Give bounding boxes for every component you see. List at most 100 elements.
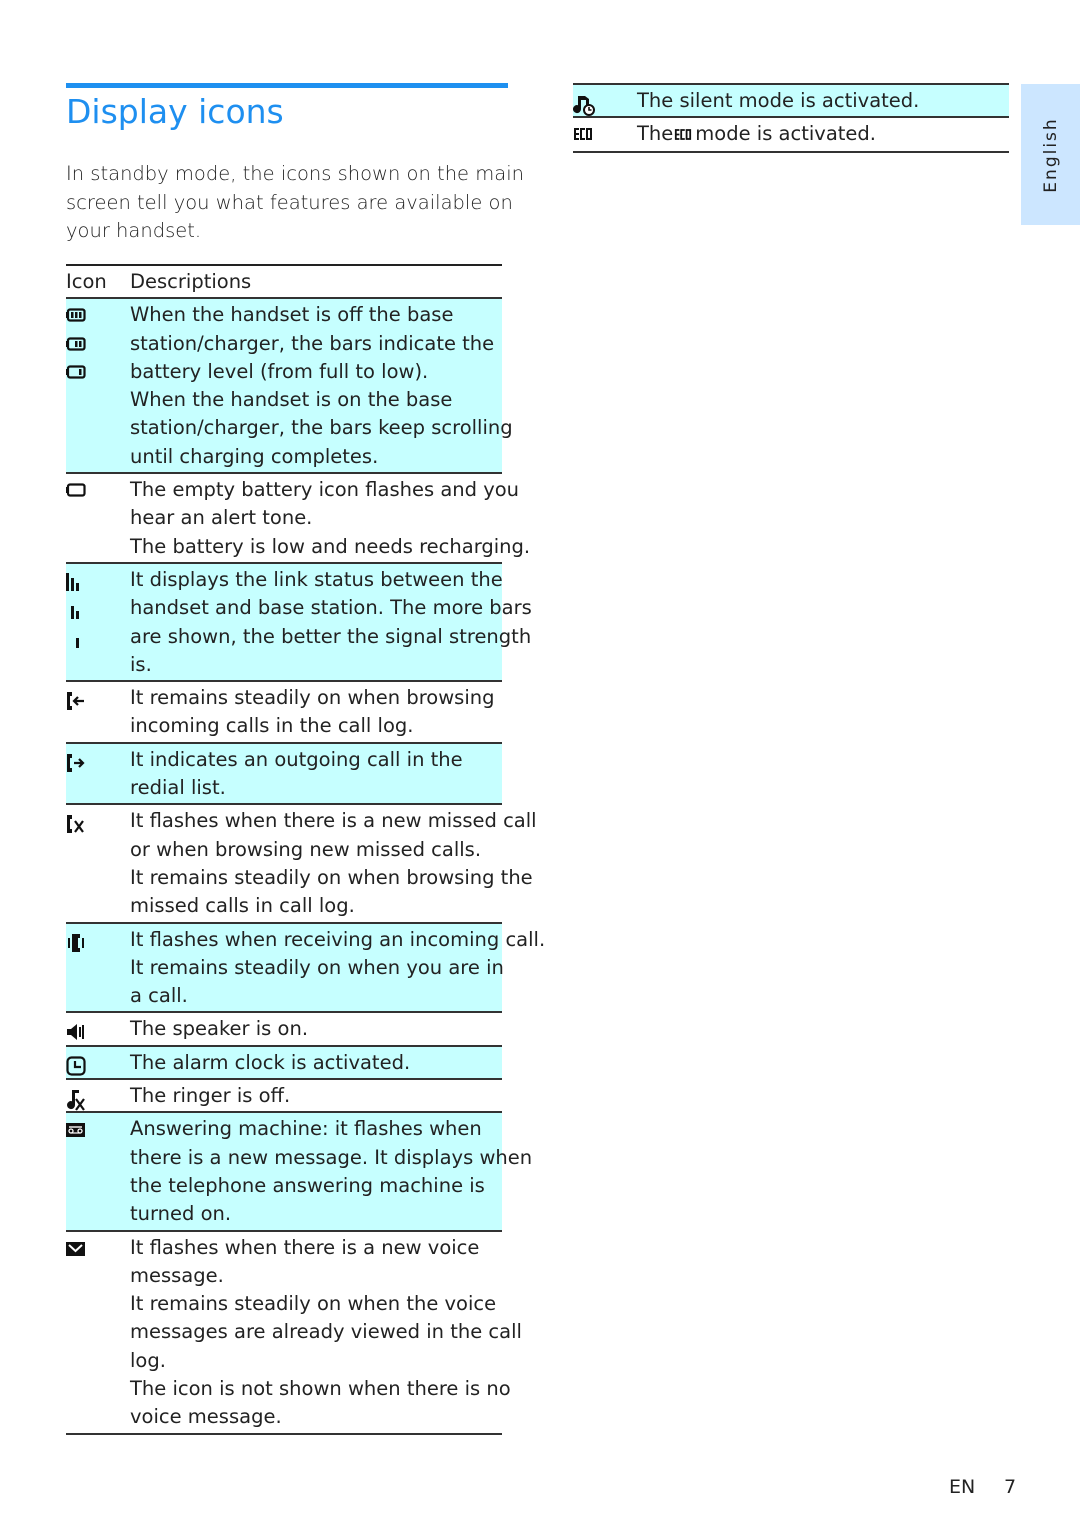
description-line: It remains steadily on when you are in — [130, 955, 504, 979]
description-line: until charging completes. — [130, 444, 379, 468]
description-line: message. — [130, 1263, 224, 1287]
description-line: The icon is not shown when there is no — [130, 1376, 511, 1400]
description-cell: It displays the link status between the h… — [130, 562, 532, 683]
description-line: It flashes when receiving an incoming ca… — [130, 927, 546, 951]
description-line: a call. — [130, 984, 188, 1008]
description-cell: It flashes when there is a new voice mess… — [130, 1230, 522, 1435]
table-row: It displays the link status between the h… — [66, 562, 532, 683]
outgoing-call-icon — [66, 746, 130, 774]
icon-stack — [66, 566, 130, 651]
table-row: It indicates an outgoing call in the redi… — [66, 742, 502, 806]
language-tab: English — [1021, 84, 1080, 225]
description-line: The empty battery icon flashes and you — [130, 478, 520, 502]
title-rule — [66, 83, 508, 88]
description-line: turned on. — [130, 1202, 232, 1226]
description-line: log. — [130, 1348, 166, 1372]
description-line: station/charger, the bars indicate the — [130, 331, 495, 355]
table-row: The mode is activated. — [573, 117, 1009, 153]
description-line: The alarm clock is activated. — [130, 1050, 411, 1074]
icon-stack — [66, 301, 130, 386]
alarm-clock-icon — [66, 1049, 130, 1077]
table-row: The silent mode is activated. — [573, 82, 1009, 119]
icon-cell — [66, 297, 130, 475]
table-row: It remains steadily on when browsing inco… — [66, 681, 502, 744]
column-header-description: Descriptions — [130, 263, 502, 300]
description-line: or when browsing new missed calls. — [130, 837, 482, 861]
language-tab-label: English — [1040, 116, 1061, 193]
description-line: battery level (from full to low). — [130, 359, 429, 383]
table-row: It flashes when there is a new missed ca… — [66, 804, 537, 924]
table-row: The empty battery icon flashes and you he… — [66, 473, 531, 564]
ringing-call-icon — [66, 926, 130, 954]
icon-cell — [66, 562, 130, 683]
description-line: It remains steadily on when browsing — [130, 686, 495, 710]
description-cell: It remains steadily on when browsing inco… — [130, 681, 502, 744]
description-line: the telephone answering machine is — [130, 1173, 485, 1197]
battery-empty-icon — [66, 476, 130, 504]
description-line: The silent mode is activated. — [637, 89, 920, 112]
icon-stack — [66, 807, 130, 835]
description-line: When the handset is on the base — [130, 388, 453, 412]
description-line: are shown, the better the signal strengt… — [130, 624, 532, 648]
battery-one-bar-icon — [66, 358, 130, 386]
description-line: missed calls in call log. — [130, 894, 355, 918]
description-cell: The empty battery icon flashes and you he… — [130, 473, 531, 564]
description-line: It indicates an outgoing call in the — [130, 747, 463, 771]
silent-mode-icon — [573, 87, 637, 116]
missed-call-icon — [66, 807, 130, 835]
speaker-icon — [66, 1015, 130, 1043]
intro-line: In standby mode, the icons shown on the … — [66, 162, 524, 185]
description-line: messages are already viewed in the call — [130, 1320, 522, 1344]
icon-stack — [66, 1082, 130, 1111]
icon-stack — [66, 1115, 130, 1143]
description-cell: The mode is activated. — [637, 117, 1009, 153]
description-line: The mode is activated. — [637, 120, 1009, 149]
description-cell: When the handset is off the base station/… — [130, 297, 513, 475]
icon-stack — [66, 746, 130, 774]
description-line: is. — [130, 652, 152, 676]
description-line: The speaker is on. — [130, 1017, 309, 1041]
description-line: The ringer is off. — [130, 1084, 291, 1108]
icon-stack — [66, 1049, 130, 1077]
icon-cell — [66, 1230, 130, 1435]
description-line: When the handset is off the base — [130, 303, 454, 327]
icon-cell — [66, 681, 130, 744]
icon-cell — [66, 742, 130, 806]
icon-cell — [573, 117, 637, 153]
icon-cell — [66, 1012, 130, 1047]
table-row: When the handset is off the base station/… — [66, 297, 513, 475]
icon-cell — [66, 1112, 130, 1232]
icon-cell — [66, 1079, 130, 1114]
icon-stack — [66, 1015, 130, 1043]
description-line: It flashes when there is a new missed ca… — [130, 809, 537, 833]
description-line: The battery is low and needs recharging. — [130, 534, 531, 558]
eco-inline-icon — [674, 121, 692, 149]
signal-medium-icon — [66, 594, 130, 622]
incoming-call-icon — [66, 684, 130, 712]
voice-message-icon — [66, 1234, 130, 1262]
icon-cell — [573, 82, 637, 119]
description-line: station/charger, the bars keep scrolling — [130, 416, 513, 440]
column-header-icon: Icon — [66, 263, 130, 300]
intro-paragraph: In standby mode, the icons shown on the … — [66, 160, 524, 246]
intro-line: screen tell you what features are availa… — [66, 190, 513, 214]
icon-stack — [66, 476, 130, 504]
table-row: The alarm clock is activated. — [66, 1045, 502, 1081]
icon-cell — [66, 473, 130, 564]
description-cell: The ringer is off. — [130, 1079, 502, 1114]
icons-table-continued: The silent mode is activated. The mode is… — [573, 82, 1009, 153]
description-cell: It flashes when receiving an incoming ca… — [130, 922, 546, 1014]
description-cell: Answering machine: it flashes when there … — [130, 1112, 532, 1232]
description-line: incoming calls in the call log. — [130, 714, 414, 738]
description-line: Answering machine: it flashes when — [130, 1117, 482, 1141]
description-cell: It indicates an outgoing call in the redi… — [130, 742, 502, 806]
description-cell: The speaker is on. — [130, 1012, 502, 1047]
ringer-off-icon — [66, 1082, 130, 1111]
table-row: It flashes when there is a new voice mess… — [66, 1230, 522, 1435]
footer-language: EN — [949, 1476, 976, 1498]
icon-cell — [66, 922, 130, 1014]
signal-full-icon — [66, 566, 130, 594]
description-line: It remains steadily on when the voice — [130, 1292, 497, 1316]
page-number: 7 — [1004, 1476, 1017, 1498]
description-line: handset and base station. The more bars — [130, 596, 532, 620]
